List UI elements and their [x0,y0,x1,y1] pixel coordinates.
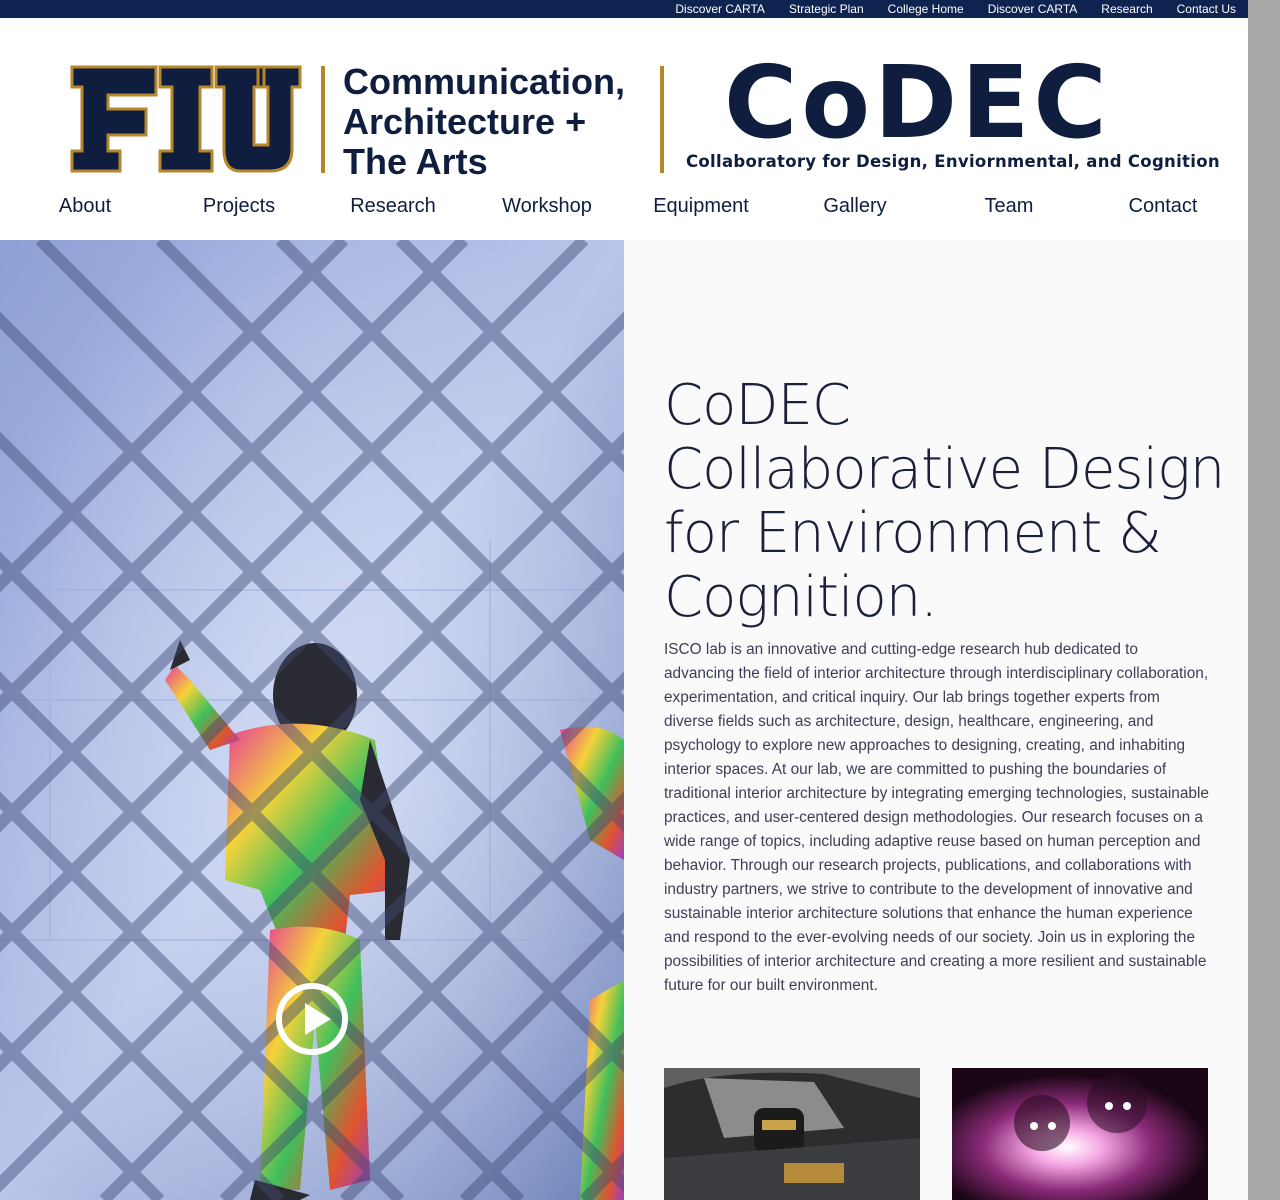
topbar-link-discover-carta[interactable]: Discover CARTA [675,0,765,18]
page-gutter [1248,0,1280,1200]
nav-item-about[interactable]: About [8,190,162,222]
topbar-link-college-home[interactable]: College Home [888,0,964,18]
nav-item-equipment[interactable]: Equipment [624,190,778,222]
codec-logo-title[interactable]: CoDEC [724,48,1111,158]
nav-item-contact[interactable]: Contact [1086,190,1240,222]
nav-item-research[interactable]: Research [316,190,470,222]
intro-section: CoDEC Collaborative Design for Environme… [624,240,1248,1200]
topbar-link-contact-us[interactable]: Contact Us [1177,0,1236,18]
hero-video[interactable] [0,240,624,1200]
title-line-4: Cognition. [664,565,938,630]
topbar-link-research[interactable]: Research [1101,0,1152,18]
college-name: Communication, Architecture + The Arts [343,62,625,182]
page-title: CoDEC Collaborative Design for Environme… [664,373,1225,630]
logo-divider-2 [660,66,664,173]
topbar-link-strategic-plan[interactable]: Strategic Plan [789,0,864,18]
gallery-thumbnail-lights[interactable] [952,1068,1208,1200]
gallery-thumbnail-car[interactable] [664,1068,920,1200]
lights-image [952,1068,1208,1200]
nav-item-projects[interactable]: Projects [162,190,316,222]
site-header: Communication, Architecture + The Arts C… [0,18,1248,240]
utility-bar: Discover CARTA Strategic Plan College Ho… [0,0,1248,18]
fiu-logo[interactable] [70,65,302,175]
college-line-1: Communication, [343,61,626,102]
logo-divider [321,66,325,173]
title-line-3: for Environment & [664,501,1162,566]
hero-video-frame [0,240,624,1200]
car-image [664,1068,920,1200]
codec-logo-subtitle: Collaboratory for Design, Enviornmental,… [686,152,1220,171]
title-line-1: CoDEC [664,373,851,438]
nav-item-workshop[interactable]: Workshop [470,190,624,222]
topbar-link-discover-carta-2[interactable]: Discover CARTA [988,0,1078,18]
main-nav: About Projects Research Workshop Equipme… [8,190,1240,222]
nav-item-team[interactable]: Team [932,190,1086,222]
college-line-2: Architecture + [343,101,587,142]
play-circle-icon[interactable] [276,983,348,1055]
nav-item-gallery[interactable]: Gallery [778,190,932,222]
college-line-3: The Arts [343,141,488,182]
title-line-2: Collaborative Design [664,437,1225,502]
intro-paragraph: ISCO lab is an innovative and cutting-ed… [664,641,1209,994]
